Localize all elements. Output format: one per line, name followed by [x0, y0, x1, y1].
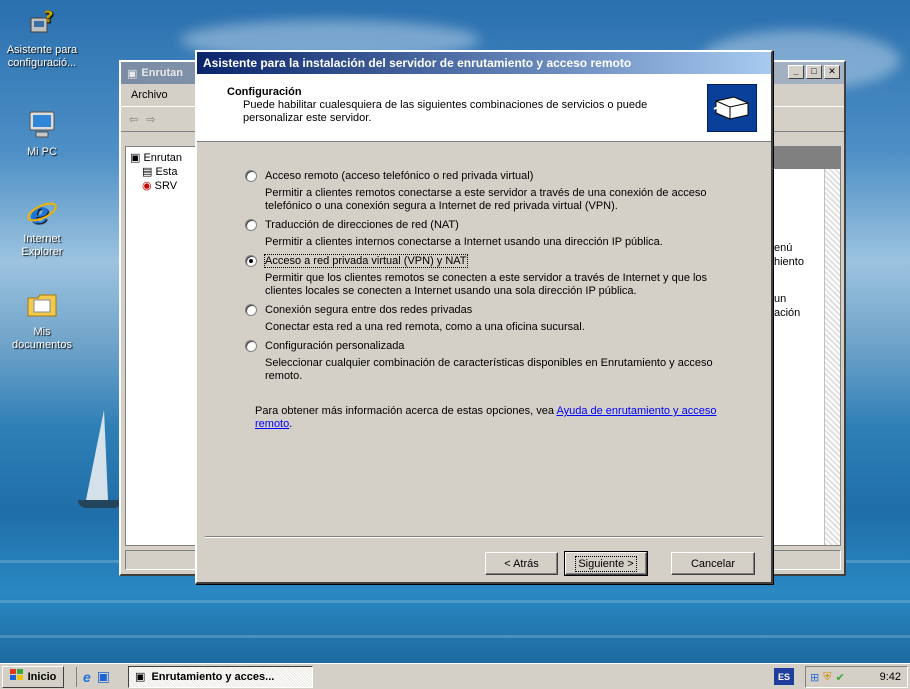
- windows-logo-icon: [9, 669, 24, 684]
- wizard-body: Acceso remoto (acceso telefónico o red p…: [197, 142, 771, 431]
- radio-button[interactable]: [245, 340, 257, 352]
- option-description: Permitir a clientes remotos conectarse a…: [265, 187, 707, 212]
- more-info-text: Para obtener más información acerca de e…: [255, 405, 735, 431]
- option-nat: Traducción de direcciones de red (NAT) P…: [245, 217, 771, 249]
- window-title: Enrutan: [141, 67, 183, 79]
- tree-item-server[interactable]: ◉ SRV: [130, 179, 198, 193]
- quick-launch: e ▣: [76, 666, 110, 687]
- cancel-button[interactable]: Cancelar: [671, 552, 755, 575]
- desktop-quicklaunch-icon[interactable]: ▣: [97, 668, 110, 685]
- minimize-button[interactable]: _: [788, 65, 804, 79]
- radio-secure-connection[interactable]: Conexión segura entre dos redes privadas: [245, 302, 771, 318]
- computer-icon: [25, 108, 59, 142]
- radio-button[interactable]: [245, 170, 257, 182]
- more-info-prefix: Para obtener más información acerca de e…: [255, 405, 557, 417]
- radio-custom-configuration[interactable]: Configuración personalizada: [245, 338, 771, 354]
- button-separator: [205, 536, 763, 538]
- radio-remote-access[interactable]: Acceso remoto (acceso telefónico o red p…: [245, 168, 771, 184]
- radio-button-selected[interactable]: [245, 255, 257, 267]
- option-label[interactable]: Configuración personalizada: [265, 340, 404, 352]
- taskbar: Inicio e ▣ ▣ Enrutamiento y acces... ES …: [0, 663, 910, 689]
- radio-button[interactable]: [245, 219, 257, 231]
- tree-item-root[interactable]: ▣ Enrutan: [130, 151, 198, 165]
- taskbar-item-routing[interactable]: ▣ Enrutamiento y acces...: [128, 665, 314, 688]
- start-label: Inicio: [27, 670, 57, 683]
- svg-text:?: ?: [44, 8, 53, 26]
- next-button[interactable]: Siguiente >: [564, 551, 648, 576]
- console-icon: ▣: [127, 67, 138, 80]
- window-controls: _ □ ✕: [788, 65, 840, 79]
- menu-archivo[interactable]: Archivo: [131, 89, 168, 101]
- details-text: enú: [774, 242, 793, 254]
- details-text: ación: [774, 307, 801, 319]
- option-description: Permitir que los clientes remotos se con…: [265, 272, 708, 297]
- option-label[interactable]: Traducción de direcciones de red (NAT): [265, 219, 459, 231]
- desktop-icon-my-documents[interactable]: Mis documentos: [2, 288, 82, 352]
- start-button[interactable]: Inicio: [2, 665, 64, 688]
- network-wizard-icon: [707, 84, 757, 132]
- desktop-icon-label: Asistente para configuració...: [6, 44, 78, 69]
- dialog-title-bar[interactable]: Asistente para la instalación del servid…: [197, 52, 771, 74]
- network-tray-icon[interactable]: ⊞: [810, 671, 819, 684]
- system-tray: ⊞ ⛨ ✔ 9:42: [805, 666, 908, 688]
- console-tree: ▣ Enrutan ▤ Esta ◉ SRV: [125, 146, 203, 546]
- dialog-title: Asistente para la instalación del servid…: [203, 56, 632, 70]
- desktop-icon-my-pc[interactable]: Mi PC: [2, 108, 82, 159]
- sailboat-hull: [78, 500, 122, 508]
- sailboat-sail: [86, 410, 108, 500]
- config-wizard-icon: ?: [25, 6, 59, 40]
- tree-item-status[interactable]: ▤ Esta: [130, 165, 198, 179]
- back-arrow-icon[interactable]: ⇦: [129, 113, 138, 126]
- wizard-header: Configuración Puede habilitar cualesquie…: [197, 74, 771, 142]
- radio-button[interactable]: [245, 304, 257, 316]
- details-text: hiento: [774, 256, 804, 268]
- shield-tray-icon[interactable]: ⛨: [823, 671, 831, 684]
- language-indicator[interactable]: ES: [774, 668, 794, 685]
- setup-wizard-dialog: Asistente para la instalación del servid…: [195, 50, 773, 584]
- clock[interactable]: 9:42: [880, 671, 901, 683]
- radio-nat[interactable]: Traducción de direcciones de red (NAT): [245, 217, 771, 233]
- details-text: un: [774, 293, 787, 305]
- desktop-icon-label: Mis documentos: [12, 326, 72, 351]
- documents-folder-icon: [25, 288, 59, 322]
- option-label[interactable]: Conexión segura entre dos redes privadas: [265, 304, 472, 316]
- close-button[interactable]: ✕: [824, 65, 840, 79]
- desktop-icon-label: Internet Explorer: [21, 233, 63, 258]
- wave-decoration: [0, 635, 910, 638]
- option-description: Conectar esta red a una red remota, como…: [265, 321, 585, 333]
- option-description: Permitir a clientes internos conectarse …: [265, 236, 663, 248]
- vertical-scrollbar[interactable]: [824, 169, 840, 545]
- option-description: Seleccionar cualquier combinación de car…: [265, 357, 713, 382]
- wave-decoration: [0, 600, 910, 603]
- taskbar-item-label: Enrutamiento y acces...: [151, 670, 275, 683]
- internet-explorer-icon: e: [25, 195, 59, 229]
- maximize-button[interactable]: □: [806, 65, 822, 79]
- desktop-icon-label: Mi PC: [27, 146, 57, 158]
- details-pane: enú hiento un ación: [771, 146, 841, 546]
- desktop-icon-internet-explorer[interactable]: e Internet Explorer: [2, 195, 82, 259]
- desktop-icon-config-wizard[interactable]: ? Asistente para configuració...: [2, 6, 82, 70]
- back-button[interactable]: < Atrás: [485, 552, 558, 575]
- svg-text:e: e: [30, 196, 49, 228]
- option-remote-access: Acceso remoto (acceso telefónico o red p…: [245, 168, 771, 213]
- option-vpn-and-nat: Acceso a red privada virtual (VPN) y NAT…: [245, 253, 771, 298]
- option-label[interactable]: Acceso remoto (acceso telefónico o red p…: [265, 170, 533, 182]
- console-icon: ▣: [135, 671, 146, 683]
- option-secure-connection: Conexión segura entre dos redes privadas…: [245, 302, 771, 334]
- option-custom-configuration: Configuración personalizada Seleccionar …: [245, 338, 771, 383]
- forward-arrow-icon[interactable]: ⇨: [146, 113, 155, 126]
- details-header: [772, 147, 840, 169]
- more-info-suffix: .: [289, 418, 293, 430]
- wizard-header-subtitle: Puede habilitar cualesquiera de las sigu…: [243, 99, 648, 124]
- option-label[interactable]: Acceso a red privada virtual (VPN) y NAT: [264, 254, 468, 268]
- update-tray-icon[interactable]: ✔: [835, 671, 844, 684]
- wizard-header-title: Configuración: [227, 86, 302, 98]
- internet-explorer-quicklaunch-icon[interactable]: e: [83, 669, 91, 685]
- radio-vpn-and-nat[interactable]: Acceso a red privada virtual (VPN) y NAT: [245, 253, 771, 269]
